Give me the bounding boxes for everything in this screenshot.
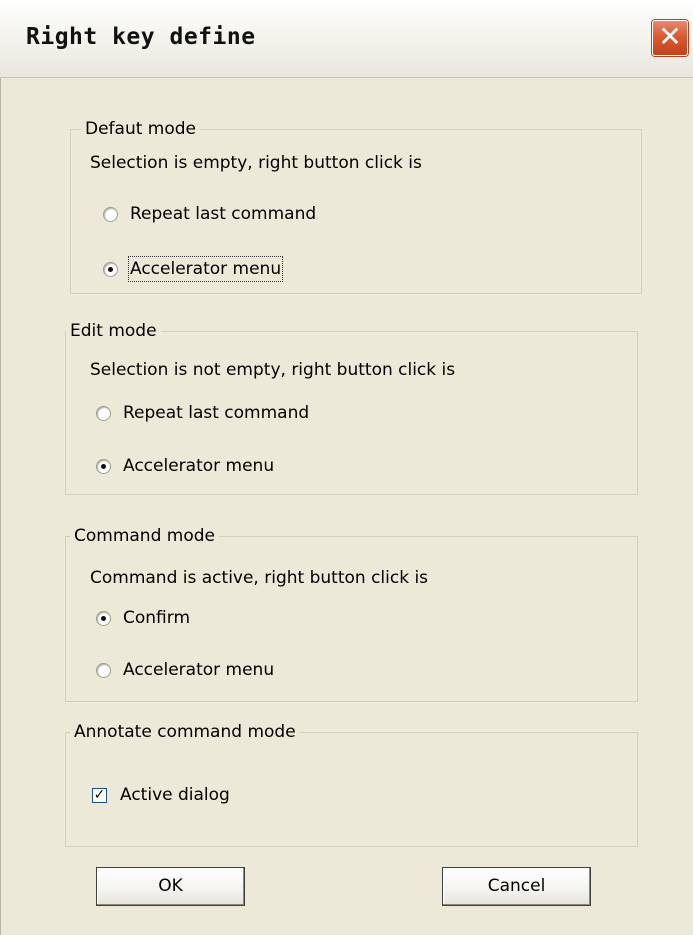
cancel-button[interactable]: Cancel — [442, 867, 591, 906]
checkbox-label: Active dialog — [120, 785, 230, 805]
default-mode-accelerator-radio[interactable]: Accelerator menu — [103, 256, 284, 282]
radio-circle[interactable] — [96, 405, 111, 421]
command-mode-accelerator-radio[interactable]: Accelerator menu — [96, 659, 274, 681]
dialog-window: Right key define ✕ Defaut mode Selection… — [0, 0, 693, 935]
default-mode-repeat-radio[interactable]: Repeat last command — [103, 203, 316, 225]
command-mode-legend: Command mode — [70, 525, 219, 547]
radio-circle[interactable] — [96, 458, 111, 474]
radio-circle[interactable] — [103, 206, 118, 222]
active-dialog-checkbox[interactable]: ✓ Active dialog — [92, 784, 230, 806]
option-label: Accelerator menu — [123, 660, 275, 680]
ok-button[interactable]: OK — [96, 867, 245, 906]
annotate-command-mode-legend: Annotate command mode — [70, 721, 300, 743]
default-mode-legend: Defaut mode — [81, 118, 201, 140]
window-title: Right key define — [26, 24, 256, 50]
option-label: Repeat last command — [130, 204, 317, 224]
edit-mode-accelerator-radio[interactable]: Accelerator menu — [96, 455, 274, 477]
radio-circle[interactable] — [96, 610, 111, 626]
option-label: Repeat last command — [123, 403, 310, 423]
title-bar[interactable]: Right key define ✕ — [0, 0, 693, 78]
edit-mode-legend: Edit mode — [66, 320, 161, 342]
checkmark-icon: ✓ — [93, 786, 106, 803]
radio-circle[interactable] — [96, 662, 111, 678]
option-label: Accelerator menu — [127, 256, 284, 282]
close-icon: ✕ — [658, 20, 682, 53]
default-mode-description: Selection is empty, right button click i… — [90, 153, 422, 173]
dialog-body: Defaut mode Selection is empty, right bu… — [0, 78, 693, 935]
command-mode-description: Command is active, right button click is — [90, 568, 429, 588]
close-button[interactable]: ✕ — [652, 20, 688, 56]
edit-mode-repeat-radio[interactable]: Repeat last command — [96, 402, 309, 424]
edit-mode-description: Selection is not empty, right button cli… — [90, 360, 456, 380]
option-label: Confirm — [123, 608, 191, 628]
option-label: Accelerator menu — [123, 456, 275, 476]
radio-circle[interactable] — [103, 261, 118, 277]
command-mode-confirm-radio[interactable]: Confirm — [96, 607, 190, 629]
checkbox-box[interactable]: ✓ — [92, 786, 107, 803]
